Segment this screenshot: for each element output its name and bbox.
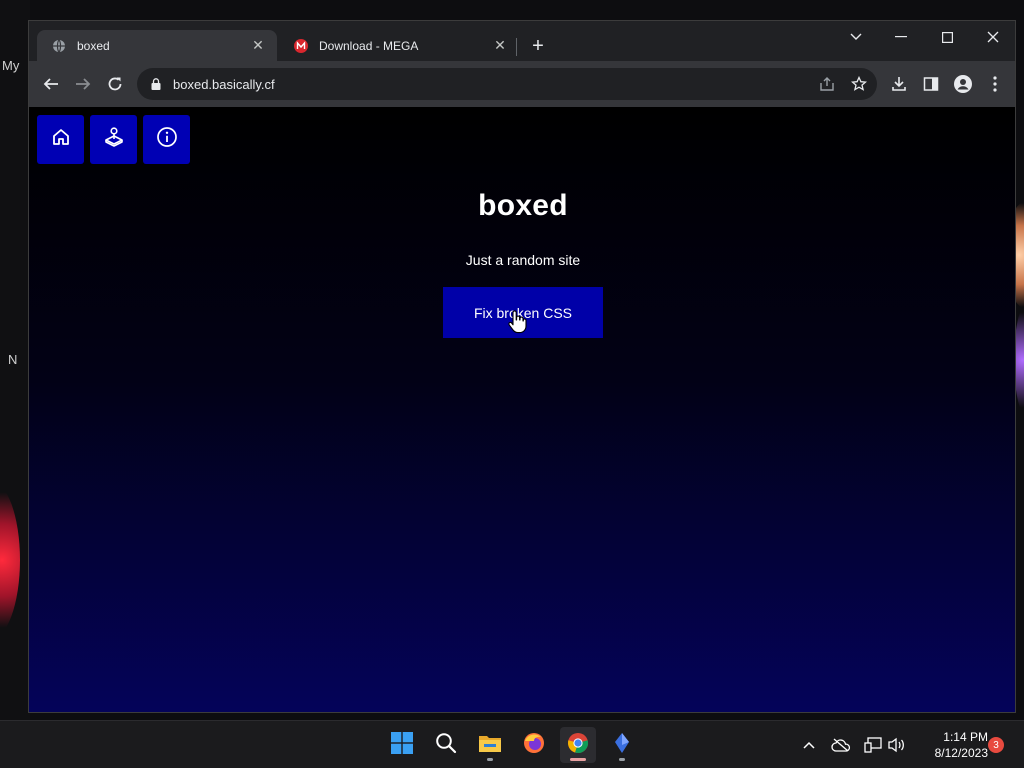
mega-icon — [293, 38, 309, 54]
close-window-icon[interactable] — [978, 25, 1008, 49]
taskbar-search-button[interactable] — [428, 727, 464, 763]
site-nav — [37, 115, 190, 164]
close-tab-icon[interactable]: ✕ — [249, 37, 267, 55]
tab-search-icon[interactable] — [841, 25, 871, 49]
maximize-icon[interactable] — [932, 25, 962, 49]
lock-icon[interactable] — [149, 77, 163, 91]
url-text: boxed.basically.cf — [173, 76, 275, 92]
page-title: boxed — [478, 189, 568, 222]
profile-icon[interactable] — [951, 72, 975, 96]
share-icon[interactable] — [815, 68, 839, 100]
crystal-app-icon — [611, 732, 633, 759]
hand-cursor-icon — [508, 310, 527, 334]
address-bar[interactable]: boxed.basically.cf — [137, 68, 877, 100]
side-panel-icon[interactable] — [919, 72, 943, 96]
desktop-text-fragment-2: N — [8, 352, 18, 367]
notification-badge[interactable]: 3 — [988, 737, 1004, 753]
chrome-icon — [567, 732, 589, 759]
taskbar-file-explorer[interactable] — [472, 727, 508, 763]
home-button[interactable] — [37, 115, 84, 164]
volume-icon[interactable] — [884, 733, 908, 757]
taskbar-clock[interactable]: 1:14 PM 8/12/2023 — [912, 729, 988, 761]
close-tab-icon[interactable]: ✕ — [491, 37, 509, 55]
tab-boxed[interactable]: boxed ✕ — [37, 30, 277, 61]
globe-icon — [51, 38, 67, 54]
desktop-text-fragment: My — [2, 58, 20, 73]
page-viewport: boxed Just a random site Fix broken CSS — [29, 107, 1015, 712]
firefox-icon — [523, 732, 545, 759]
joystick-icon — [103, 126, 125, 153]
file-explorer-icon — [478, 733, 502, 758]
browser-toolbar: boxed.basically.cf — [29, 61, 1015, 107]
search-icon — [435, 732, 457, 759]
tab-title: boxed — [77, 38, 110, 53]
taskbar-crystal-app[interactable] — [604, 727, 640, 763]
page-subtitle: Just a random site — [465, 252, 581, 268]
show-hidden-icons-chevron-icon[interactable] — [797, 733, 821, 757]
home-icon — [51, 127, 71, 152]
download-icon[interactable] — [887, 72, 911, 96]
start-button[interactable] — [384, 727, 420, 763]
bookmark-star-icon[interactable] — [847, 68, 871, 100]
onedrive-offline-icon[interactable] — [829, 733, 853, 757]
taskbar-chrome[interactable] — [560, 727, 596, 763]
games-button[interactable] — [90, 115, 137, 164]
info-button[interactable] — [143, 115, 190, 164]
app-active-indicator — [570, 758, 586, 761]
browser-window: boxed ✕ Download - MEGA ✕ + boxed.basica… — [28, 20, 1016, 713]
windows-start-icon — [391, 731, 413, 759]
clock-time: 1:14 PM — [943, 730, 988, 744]
menu-kebab-icon[interactable] — [983, 72, 1007, 96]
tab-separator — [516, 38, 517, 56]
app-running-indicator — [487, 758, 493, 761]
tab-strip: boxed ✕ Download - MEGA ✕ + — [29, 21, 1015, 61]
taskbar-firefox[interactable] — [516, 727, 552, 763]
minimize-icon[interactable] — [886, 25, 916, 49]
info-icon — [156, 126, 178, 153]
new-tab-button[interactable]: + — [527, 35, 549, 57]
reload-icon[interactable] — [103, 72, 127, 96]
back-icon[interactable] — [39, 72, 63, 96]
clock-date: 8/12/2023 — [934, 746, 988, 760]
forward-icon[interactable] — [71, 72, 95, 96]
network-icon[interactable] — [861, 733, 885, 757]
app-running-indicator — [619, 758, 625, 761]
tab-title: Download - MEGA — [319, 38, 419, 53]
taskbar: 1:14 PM 8/12/2023 3 — [0, 720, 1024, 768]
tab-mega[interactable]: Download - MEGA ✕ — [279, 30, 519, 61]
